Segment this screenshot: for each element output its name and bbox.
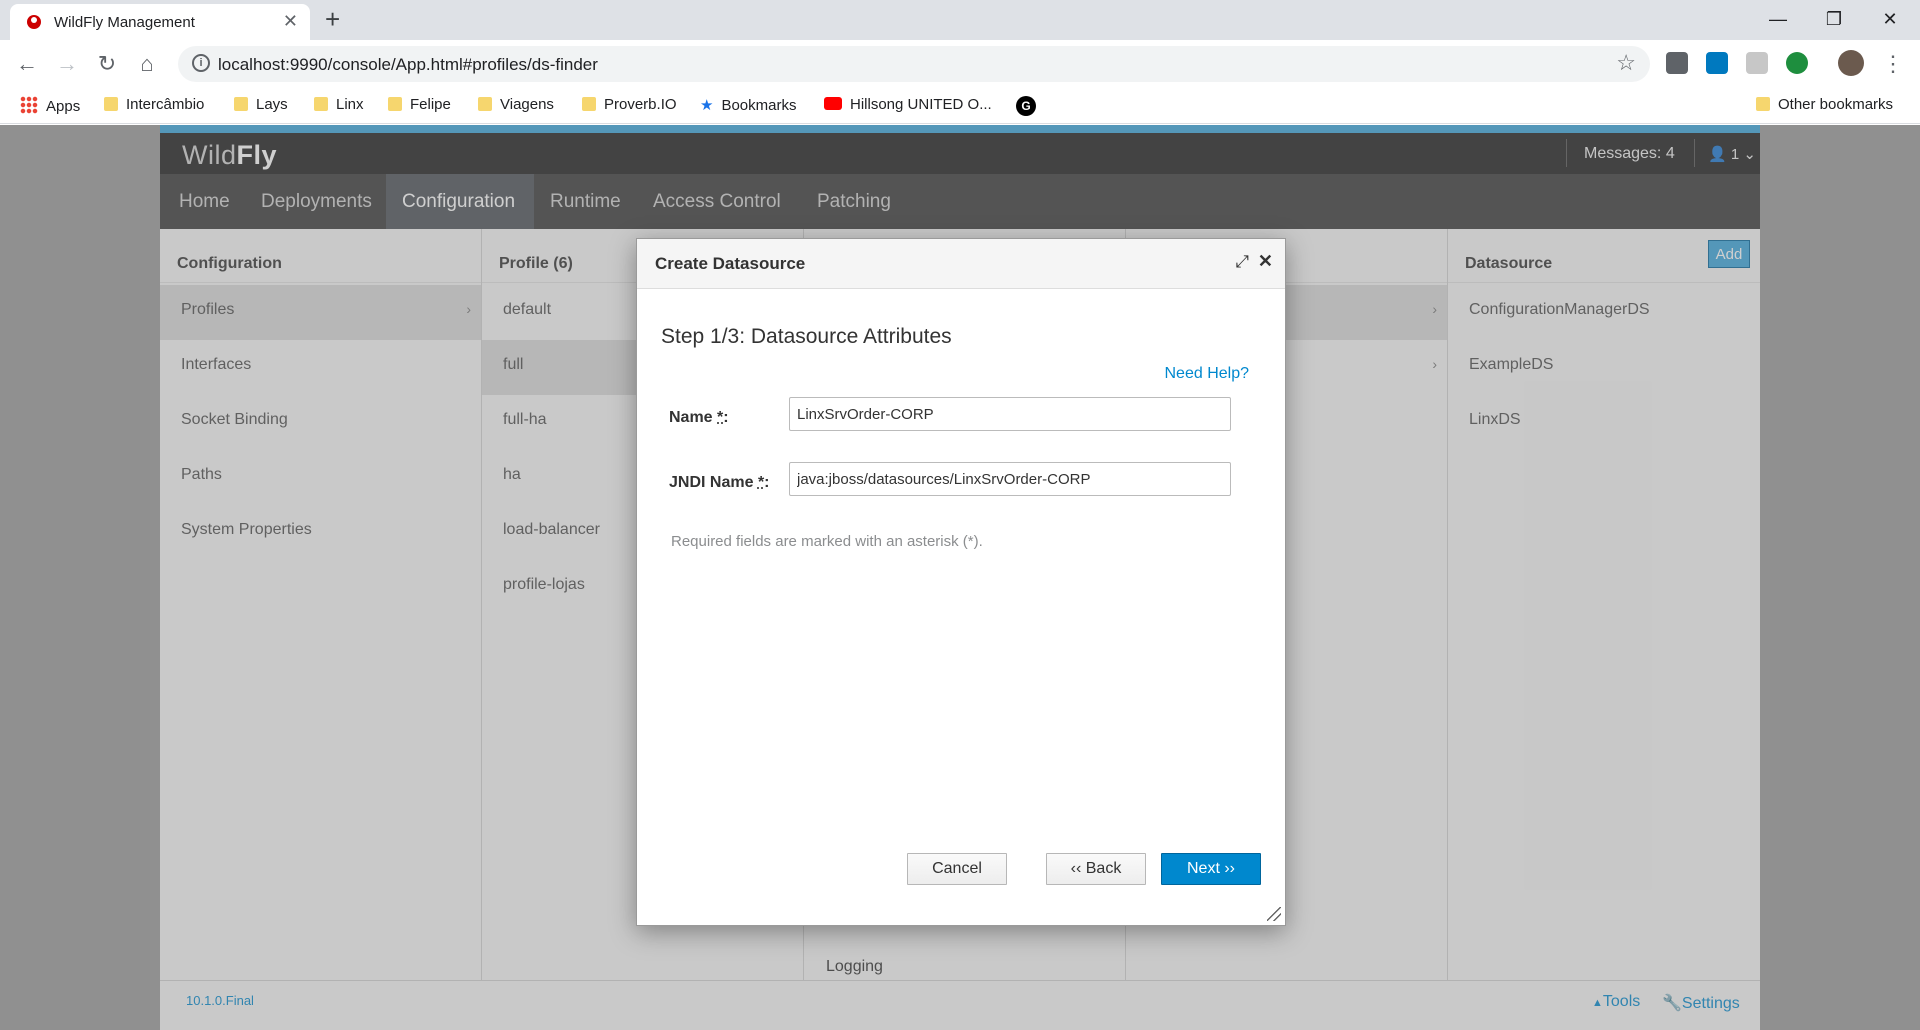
browser-menu-icon[interactable]: ⋮ bbox=[1878, 49, 1908, 79]
bookmark-felipe[interactable]: Felipe bbox=[388, 96, 451, 113]
need-help-link[interactable]: Need Help? bbox=[1165, 365, 1250, 383]
folder-icon bbox=[104, 97, 118, 111]
minimize-button[interactable]: — bbox=[1756, 4, 1800, 34]
resize-handle-icon[interactable] bbox=[1267, 907, 1281, 921]
forward-arrow-icon[interactable]: → bbox=[52, 49, 82, 79]
name-label: Name *: bbox=[669, 409, 729, 426]
create-datasource-dialog: Create Datasource ⤢ ✕ Step 1/3: Datasour… bbox=[636, 238, 1286, 926]
green-extension-icon[interactable] bbox=[1786, 52, 1808, 74]
browser-toolbar: ← → ↻ ⌂ i localhost:9990/console/App.htm… bbox=[0, 40, 1920, 88]
bookmark-other[interactable]: Other bookmarks bbox=[1756, 96, 1893, 113]
tab-title: WildFly Management bbox=[54, 14, 195, 31]
required-fields-note: Required fields are marked with an aster… bbox=[671, 533, 983, 550]
bookmark-g[interactable]: G bbox=[1016, 96, 1036, 116]
bookmark-hillsong[interactable]: Hillsong UNITED O... bbox=[824, 96, 992, 113]
youtube-icon bbox=[824, 97, 842, 110]
dialog-header: Create Datasource ⤢ ✕ bbox=[637, 239, 1285, 289]
reload-icon[interactable]: ↻ bbox=[92, 49, 122, 79]
bookmark-apps[interactable]: Apps bbox=[20, 96, 80, 115]
bookmark-star-icon[interactable]: ☆ bbox=[1616, 50, 1636, 76]
bookmark-lays[interactable]: Lays bbox=[234, 96, 288, 113]
folder-icon bbox=[234, 97, 248, 111]
folder-icon bbox=[582, 97, 596, 111]
site-info-icon[interactable]: i bbox=[192, 54, 210, 72]
tab-close-icon[interactable]: ✕ bbox=[283, 11, 298, 32]
dialog-title: Create Datasource bbox=[655, 254, 806, 273]
m-extension-icon[interactable] bbox=[1746, 52, 1768, 74]
close-icon[interactable]: ✕ bbox=[1258, 251, 1273, 272]
folder-icon bbox=[314, 97, 328, 111]
folder-icon bbox=[478, 97, 492, 111]
home-icon[interactable]: ⌂ bbox=[132, 49, 162, 79]
subsystem-item-logging[interactable]: Logging bbox=[826, 958, 883, 976]
cancel-button[interactable]: Cancel bbox=[907, 853, 1007, 885]
address-bar[interactable]: i localhost:9990/console/App.html#profil… bbox=[178, 46, 1650, 82]
bookmarks-bar: Apps Intercâmbio Lays Linx Felipe Viagen… bbox=[0, 88, 1920, 124]
back-button[interactable]: ‹‹ Back bbox=[1046, 853, 1146, 885]
profile-avatar[interactable] bbox=[1838, 50, 1864, 76]
jndi-name-field[interactable] bbox=[789, 462, 1231, 496]
browser-tab[interactable]: WildFly Management ✕ bbox=[10, 4, 310, 40]
star-icon: ★ bbox=[700, 97, 714, 114]
name-field[interactable] bbox=[789, 397, 1231, 431]
jndi-name-label: JNDI Name *: bbox=[669, 474, 770, 491]
address-url[interactable]: localhost:9990/console/App.html#profiles… bbox=[218, 55, 598, 75]
back-arrow-icon[interactable]: ← bbox=[12, 49, 42, 79]
next-button[interactable]: Next ›› bbox=[1161, 853, 1261, 885]
wildfly-favicon-icon bbox=[27, 15, 41, 29]
browser-tabstrip: WildFly Management ✕ + — ❐ ✕ bbox=[0, 0, 1920, 40]
extension-bulb-icon[interactable] bbox=[1666, 52, 1688, 74]
new-tab-button[interactable]: + bbox=[325, 6, 340, 32]
trello-extension-icon[interactable] bbox=[1706, 52, 1728, 74]
maximize-icon[interactable]: ⤢ bbox=[1235, 252, 1249, 272]
bookmark-bookmarks[interactable]: ★ Bookmarks bbox=[700, 96, 796, 114]
bookmark-intercambio[interactable]: Intercâmbio bbox=[104, 96, 204, 113]
restore-button[interactable]: ❐ bbox=[1812, 4, 1856, 34]
close-window-button[interactable]: ✕ bbox=[1868, 4, 1912, 34]
folder-icon bbox=[1756, 97, 1770, 111]
step-title: Step 1/3: Datasource Attributes bbox=[661, 325, 952, 348]
bookmark-viagens[interactable]: Viagens bbox=[478, 96, 554, 113]
bookmark-proverb[interactable]: Proverb.IO bbox=[582, 96, 677, 113]
bookmark-linx[interactable]: Linx bbox=[314, 96, 364, 113]
apps-grid-icon bbox=[20, 96, 38, 114]
folder-icon bbox=[388, 97, 402, 111]
